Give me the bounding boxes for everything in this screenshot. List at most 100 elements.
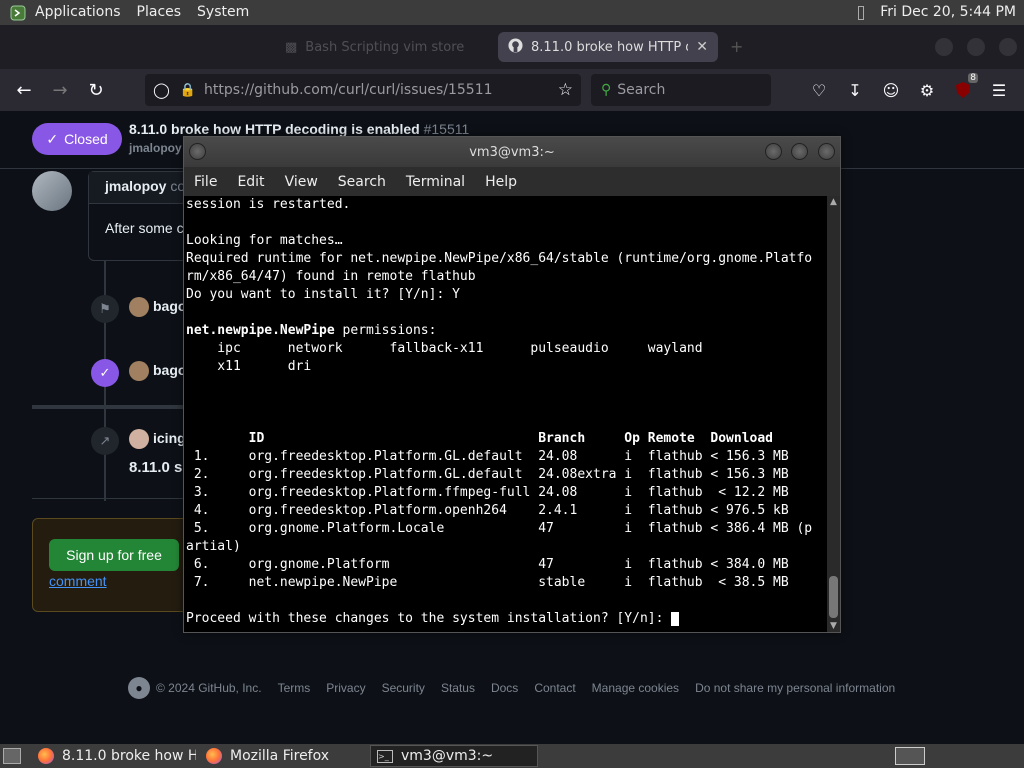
avatar[interactable] (129, 361, 149, 381)
avatar[interactable] (129, 297, 149, 317)
terminal-scrollbar[interactable]: ▲ ▼ (827, 196, 840, 632)
browser-tab-strip: ▩ Bash Scripting vim store 8.11.0 broke … (0, 25, 1024, 69)
menu-system[interactable]: System (189, 0, 257, 25)
footer: ● © 2024 GitHub, Inc. Terms Privacy Secu… (128, 677, 895, 699)
status-badge: ✓ Closed (32, 123, 122, 155)
menu-applications[interactable]: Applications (27, 0, 129, 25)
extension-badge: 8 (968, 73, 978, 83)
terminal-close-button[interactable] (818, 143, 835, 160)
lock-icon[interactable]: 🔒 (180, 83, 196, 98)
reload-button[interactable]: ↻ (78, 74, 114, 106)
terminal-menu-file[interactable]: File (184, 174, 227, 190)
hamburger-menu-icon[interactable]: ☰ (988, 79, 1010, 101)
terminal-menu-help[interactable]: Help (475, 174, 527, 190)
signup-prompt: Sign up for free comment (32, 518, 192, 612)
terminal-line: 1. org.freedesktop.Platform.GL.default 2… (186, 449, 789, 464)
downloads-icon[interactable]: ↧ (844, 79, 866, 101)
taskbar-item-firefox-issue[interactable]: 8.11.0 broke how H… (32, 745, 196, 767)
applications-menu-icon[interactable] (9, 4, 27, 22)
taskbar-item-terminal[interactable]: >_ vm3@vm3:~ (370, 745, 538, 767)
terminal-titlebar[interactable]: vm3@vm3:~ (184, 137, 840, 167)
navigation-toolbar: ← → ↻ ◯ 🔒 https://github.com/curl/curl/i… (0, 69, 1024, 111)
workspace-switcher[interactable] (895, 747, 925, 765)
footer-link-security[interactable]: Security (382, 681, 425, 695)
footer-link-manage-cookies[interactable]: Manage cookies (592, 681, 679, 695)
terminal-menu-edit[interactable]: Edit (227, 174, 274, 190)
tab-active[interactable]: 8.11.0 broke how HTTP dec ✕ (498, 32, 718, 62)
terminal-line: 6. org.gnome.Platform 47 i flathub < 384… (186, 557, 789, 572)
avatar[interactable] (32, 171, 72, 211)
referenced-issue-title[interactable]: 8.11.0 s (129, 459, 182, 476)
url-base: https://github.com (203, 82, 334, 98)
maximize-window-button[interactable] (967, 38, 985, 56)
search-engine-icon: ⚲ (601, 82, 612, 98)
terminal-menu-search[interactable]: Search (328, 174, 396, 190)
search-placeholder: Search (617, 82, 666, 98)
taskbar-item-label: vm3@vm3:~ (401, 748, 494, 764)
terminal-line: ID Branch Op Remote Download (186, 431, 773, 446)
top-panel: Applications Places System Fri Dec 20, 5… (0, 0, 1024, 25)
terminal-menubar: File Edit View Search Terminal Help (184, 167, 840, 196)
avatar[interactable] (129, 429, 149, 449)
ublock-extension-icon[interactable]: 8 (952, 73, 978, 101)
pocket-icon[interactable]: ♡ (808, 79, 830, 101)
account-icon[interactable]: ☺ (880, 79, 902, 101)
shield-icon[interactable]: ◯ (153, 81, 170, 99)
footer-link-status[interactable]: Status (441, 681, 475, 695)
issue-author[interactable]: jmalopoy (129, 141, 182, 155)
extensions-icon[interactable]: ⚙ (916, 79, 938, 101)
scroll-down-arrow-icon[interactable]: ▼ (827, 620, 840, 632)
tab-inactive[interactable]: ▩ Bash Scripting vim store (275, 32, 495, 62)
timeline-user[interactable]: bago (153, 362, 186, 378)
comment-author[interactable]: jmalopoy (105, 178, 166, 194)
footer-link-docs[interactable]: Docs (491, 681, 518, 695)
firefox-icon (38, 748, 54, 764)
url-bar[interactable]: ◯ 🔒 https://github.com/curl/curl/issues/… (145, 74, 581, 106)
terminal-output[interactable]: session is restarted. Looking for matches… (184, 196, 827, 632)
search-bar[interactable]: ⚲ Search (591, 74, 771, 106)
footer-link-do-not-share[interactable]: Do not share my personal information (695, 681, 895, 695)
scrollbar-thumb[interactable] (829, 576, 838, 618)
terminal-line: artial) (186, 539, 241, 554)
close-window-button[interactable] (999, 38, 1017, 56)
terminal-line: 7. net.newpipe.NewPipe stable i flathub … (186, 575, 789, 590)
tag-icon: ⚑ (91, 295, 119, 323)
taskbar-item-label: 8.11.0 broke how H… (62, 748, 196, 764)
show-desktop-icon[interactable] (3, 748, 21, 764)
sign-up-button[interactable]: Sign up for free (49, 539, 179, 571)
terminal-line: x11 dri (186, 359, 312, 374)
github-logo-icon[interactable]: ● (128, 677, 150, 699)
terminal-icon: >_ (377, 749, 393, 763)
close-tab-icon[interactable]: ✕ (696, 39, 708, 55)
scroll-up-arrow-icon[interactable]: ▲ (827, 196, 840, 208)
taskbar-item-firefox[interactable]: Mozilla Firefox (200, 745, 366, 767)
footer-link-contact[interactable]: Contact (534, 681, 575, 695)
back-button[interactable]: ← (6, 74, 42, 106)
bookmark-star-icon[interactable]: ☆ (558, 80, 573, 100)
check-circle-icon: ✓ (91, 359, 119, 387)
terminal-minimize-button[interactable] (765, 143, 782, 160)
timeline-user[interactable]: bago (153, 298, 186, 314)
bottom-taskbar: 8.11.0 broke how H… Mozilla Firefox >_ v… (0, 744, 1024, 768)
minimize-window-button[interactable] (935, 38, 953, 56)
terminal-menu-terminal[interactable]: Terminal (396, 174, 475, 190)
timeline-divider (32, 498, 192, 499)
terminal-menu-button[interactable] (189, 143, 206, 160)
new-tab-icon[interactable]: + (730, 37, 743, 56)
terminal-line: Proceed with these changes to the system… (186, 610, 827, 628)
footer-link-terms[interactable]: Terms (278, 681, 311, 695)
forward-button[interactable]: → (42, 74, 78, 106)
menu-places[interactable]: Places (129, 0, 190, 25)
terminal-line: 3. org.freedesktop.Platform.ffmpeg-full … (186, 485, 789, 500)
comment-link[interactable]: comment (49, 573, 107, 589)
indicator-icon[interactable] (858, 5, 865, 20)
terminal-cursor (671, 611, 680, 626)
terminal-line: 5. org.gnome.Platform.Locale 47 i flathu… (186, 521, 813, 536)
panel-clock[interactable]: Fri Dec 20, 5:44 PM (872, 0, 1024, 25)
footer-link-privacy[interactable]: Privacy (326, 681, 365, 695)
terminal-maximize-button[interactable] (791, 143, 808, 160)
terminal-menu-view[interactable]: View (275, 174, 328, 190)
timeline-user[interactable]: icing (153, 430, 186, 446)
